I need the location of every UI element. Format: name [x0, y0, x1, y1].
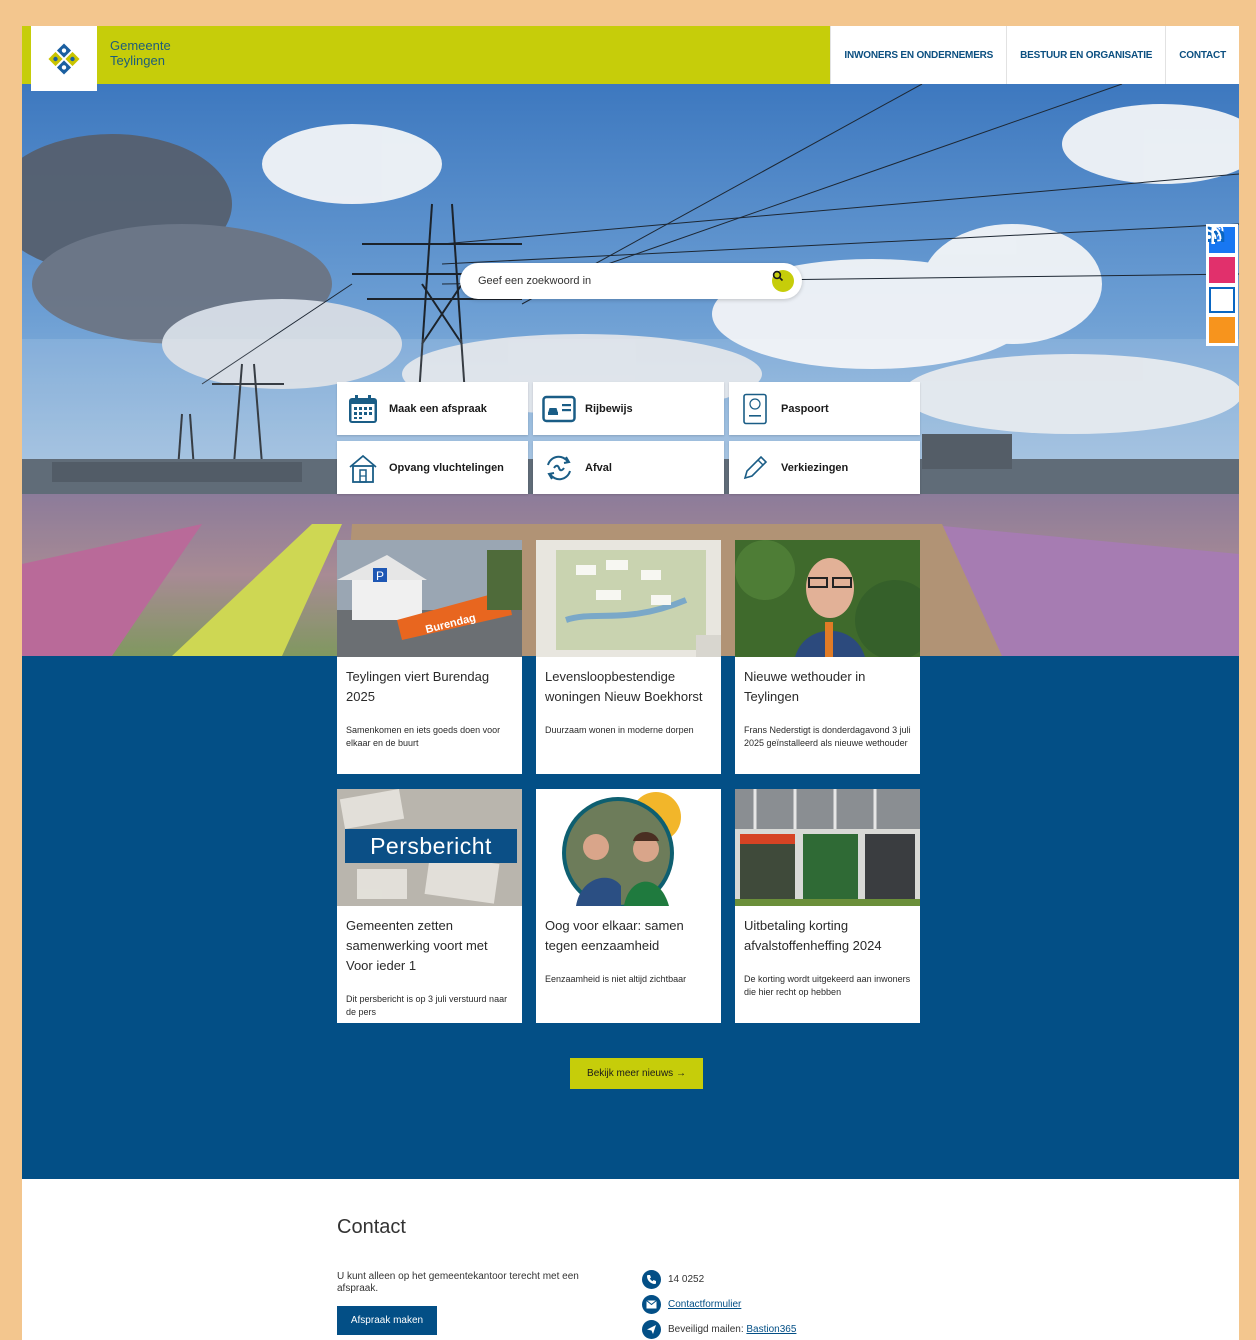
- site-name[interactable]: Gemeente Teylingen: [110, 38, 171, 68]
- send-icon: [642, 1319, 661, 1339]
- news-title: Levensloopbestendige woningen Nieuw Boek…: [545, 669, 703, 704]
- quick-link-label: Verkiezingen: [781, 461, 849, 474]
- contact-form-link[interactable]: Contactformulier: [668, 1299, 741, 1310]
- social-links: [1206, 224, 1238, 346]
- driving-license-icon: [542, 392, 576, 426]
- secure-mail-label: Beveiligd mailen:: [668, 1323, 744, 1335]
- news-summary: De korting wordt uitgekeerd aan inwoners…: [744, 974, 911, 997]
- house-icon: [346, 451, 380, 485]
- nav-bestuur-en-organisatie[interactable]: BESTUUR EN ORGANISATIE: [1006, 26, 1165, 84]
- rss-icon[interactable]: [1206, 224, 1235, 343]
- news-title: Teylingen viert Burendag 2025: [346, 669, 490, 704]
- pencil-icon: [738, 451, 772, 485]
- instagram-icon[interactable]: [1206, 224, 1235, 283]
- search-button[interactable]: [772, 270, 794, 292]
- quick-link-rijbewijs[interactable]: Rijbewijs: [533, 382, 724, 435]
- news-card[interactable]: Uitbetaling korting afvalstoffenheffing …: [735, 789, 920, 1023]
- logo[interactable]: [31, 26, 97, 91]
- news-card[interactable]: Oog voor elkaar: samen tegen eenzaamheid…: [536, 789, 721, 1023]
- quick-link-label: Opvang vluchtelingen: [389, 461, 504, 474]
- passport-icon: [738, 392, 772, 426]
- news-summary: Eenzaamheid is niet altijd zichtbaar: [545, 974, 687, 984]
- more-news-button[interactable]: Bekijk meer nieuws →: [570, 1058, 703, 1089]
- quick-link-afval[interactable]: Afval: [533, 441, 724, 494]
- make-appointment-button[interactable]: Afspraak maken: [337, 1306, 437, 1335]
- quick-link-label: Rijbewijs: [585, 402, 633, 415]
- news-summary: Dit persbericht is op 3 juli verstuurd n…: [346, 994, 508, 1017]
- nav-contact[interactable]: CONTACT: [1165, 26, 1239, 84]
- contact-text: U kunt alleen op het gemeentekantoor ter…: [337, 1271, 579, 1294]
- news-image: [735, 540, 920, 657]
- search-icon: [772, 270, 784, 282]
- contact-phone[interactable]: 14 0252: [642, 1269, 704, 1289]
- phone-icon: [642, 1269, 661, 1289]
- news-title: Gemeenten zetten samenwerking voort met …: [346, 918, 488, 973]
- search-input[interactable]: [478, 263, 758, 299]
- svg-text:P: P: [376, 569, 384, 583]
- site-name-line1: Gemeente: [110, 38, 171, 53]
- news-image: [536, 789, 721, 906]
- news-card[interactable]: P Burendag Teylingen viert Burendag 2025…: [337, 540, 522, 774]
- news-title: Uitbetaling korting afvalstoffenheffing …: [744, 918, 882, 953]
- news-card[interactable]: Nieuwe wethouder in Teylingen Frans Nede…: [735, 540, 920, 774]
- page: Gemeente Teylingen INWONERS EN ONDERNEME…: [22, 26, 1239, 1340]
- search-bar: [460, 263, 802, 299]
- quick-link-maak-een-afspraak[interactable]: Maak een afspraak: [337, 382, 528, 435]
- quick-link-label: Paspoort: [781, 402, 829, 415]
- news-card[interactable]: Levensloopbestendige woningen Nieuw Boek…: [536, 540, 721, 774]
- calendar-icon: [346, 392, 380, 426]
- contact-secure-mail[interactable]: Beveiligd mailen: Bastion365: [642, 1319, 796, 1339]
- nav-inwoners-en-ondernemers[interactable]: INWONERS EN ONDERNEMERS: [830, 26, 1006, 84]
- news-image-caption: Persbericht: [370, 832, 492, 859]
- news-summary: Duurzaam wonen in moderne dorpen: [545, 725, 694, 735]
- quick-link-paspoort[interactable]: Paspoort: [729, 382, 920, 435]
- municipality-logo-icon: [48, 42, 80, 75]
- quick-link-verkiezingen[interactable]: Verkiezingen: [729, 441, 920, 494]
- news-summary: Samenkomen en iets goeds doen voor elkaa…: [346, 725, 501, 748]
- quick-link-label: Maak een afspraak: [389, 402, 487, 415]
- news-image: [735, 789, 920, 906]
- news-title: Nieuwe wethouder in Teylingen: [744, 669, 866, 704]
- secure-mail-link[interactable]: Bastion365: [746, 1324, 796, 1335]
- linkedin-icon[interactable]: [1207, 225, 1235, 313]
- news-image: [536, 540, 721, 657]
- contact-title: Contact: [337, 1216, 406, 1238]
- news-title: Oog voor elkaar: samen tegen eenzaamheid: [545, 918, 684, 953]
- header: Gemeente Teylingen INWONERS EN ONDERNEME…: [22, 26, 1239, 91]
- main-nav: INWONERS EN ONDERNEMERS BESTUUR EN ORGAN…: [830, 26, 1239, 84]
- news-summary: Frans Nederstigt is donderdagavond 3 jul…: [744, 725, 911, 748]
- phone-number: 14 0252: [668, 1273, 705, 1285]
- news-image: P Burendag: [337, 540, 522, 657]
- recycle-icon: [542, 451, 576, 485]
- contact-form[interactable]: Contactformulier: [642, 1294, 741, 1314]
- news-card[interactable]: Persbericht Gemeenten zetten samenwerkin…: [337, 789, 522, 1023]
- quick-link-label: Afval: [585, 461, 612, 474]
- quick-link-opvang-vluchtelingen[interactable]: Opvang vluchtelingen: [337, 441, 528, 494]
- news-image: Persbericht: [337, 789, 522, 906]
- site-name-line2: Teylingen: [110, 53, 165, 68]
- mail-icon: [642, 1294, 661, 1314]
